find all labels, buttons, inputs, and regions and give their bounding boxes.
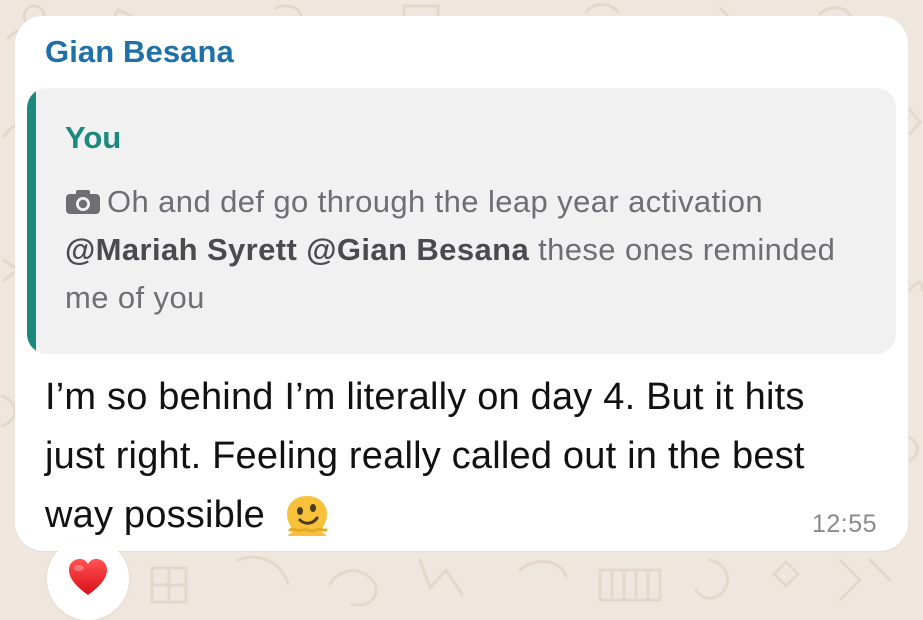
message-bubble[interactable]: Gian Besana You Oh and def go through th… bbox=[15, 16, 908, 551]
mention-mariah-syrett[interactable]: @Mariah Syrett bbox=[65, 232, 297, 267]
message-body: I’m so behind I’m literally on day 4. Bu… bbox=[45, 376, 805, 536]
sender-name: Gian Besana bbox=[45, 34, 234, 69]
quoted-text-between bbox=[297, 232, 306, 267]
message-text: I’m so behind I’m literally on day 4. Bu… bbox=[45, 368, 865, 545]
message-time: 12:55 bbox=[811, 510, 877, 538]
quoted-author: You bbox=[65, 120, 122, 155]
reaction-badge[interactable] bbox=[47, 538, 129, 620]
mention-gian-besana[interactable]: @Gian Besana bbox=[306, 232, 529, 267]
red-heart-emoji bbox=[69, 559, 107, 595]
quoted-message[interactable]: You Oh and def go through the leap year … bbox=[27, 88, 896, 354]
quote-accent-bar bbox=[27, 88, 36, 354]
quoted-text-before: Oh and def go through the leap year acti… bbox=[107, 184, 764, 219]
melting-face-emoji bbox=[286, 496, 328, 536]
quoted-text: Oh and def go through the leap year acti… bbox=[65, 178, 885, 322]
camera-icon bbox=[66, 190, 100, 214]
